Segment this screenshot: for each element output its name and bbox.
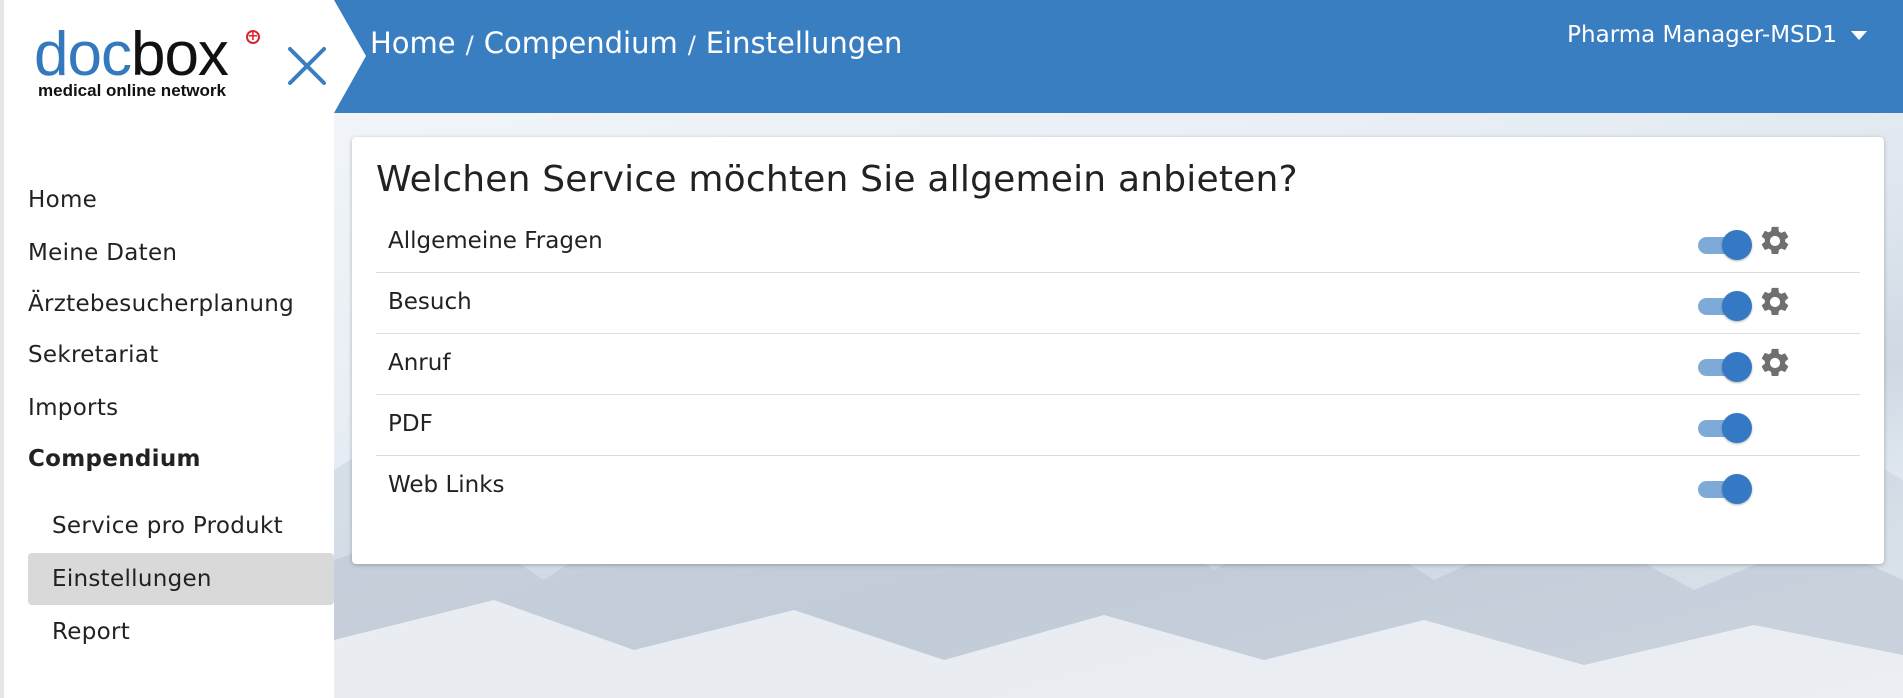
breadcrumb-home[interactable]: Home (370, 26, 456, 60)
service-toggle[interactable] (1698, 352, 1752, 382)
sidebar-subitem-einstellungen[interactable]: Einstellungen (28, 553, 334, 605)
gear-icon[interactable] (1758, 285, 1792, 319)
service-toggle[interactable] (1698, 474, 1752, 504)
service-label: Allgemeine Fragen (388, 228, 603, 254)
top-bar: Home / Compendium / Einstellungen Pharma… (334, 0, 1903, 113)
main-content: Home / Compendium / Einstellungen Pharma… (334, 0, 1903, 698)
sidebar-item-compendium[interactable]: Compendium (28, 446, 201, 472)
service-label: Anruf (388, 350, 451, 376)
sidebar-item-meine-daten[interactable]: Meine Daten (28, 240, 177, 266)
sidebar-item-imports[interactable]: Imports (28, 395, 118, 421)
sidebar-subitem-service-pro-produkt[interactable]: Service pro Produkt (28, 500, 334, 552)
service-row: Allgemeine Fragen (376, 212, 1860, 273)
sidebar-item-aerztebesucherplanung[interactable]: Ärztebesucherplanung (28, 291, 294, 317)
gear-icon[interactable] (1758, 224, 1792, 258)
user-name: Pharma Manager-MSD1 (1567, 22, 1837, 48)
header-notch (334, 0, 366, 113)
service-label: Web Links (388, 472, 505, 498)
breadcrumb-compendium[interactable]: Compendium (484, 26, 678, 60)
breadcrumb-separator: / (465, 31, 474, 59)
service-label: Besuch (388, 289, 472, 315)
breadcrumb-separator: / (687, 31, 696, 59)
docbox-logo[interactable]: docbox + medical online network (34, 20, 260, 100)
breadcrumb-einstellungen: Einstellungen (705, 26, 903, 60)
gear-icon[interactable] (1758, 346, 1792, 380)
logo-cross-icon: + (246, 29, 260, 44)
service-settings-card: Welchen Service möchten Sie allgemein an… (352, 137, 1884, 564)
card-title: Welchen Service möchten Sie allgemein an… (376, 159, 1298, 200)
sidebar-item-sekretariat[interactable]: Sekretariat (28, 342, 159, 368)
sidebar-item-home[interactable]: Home (28, 187, 97, 213)
user-menu[interactable]: Pharma Manager-MSD1 (1567, 22, 1867, 48)
service-row: Web Links (376, 456, 1860, 517)
sidebar: docbox + medical online network Home Mei… (0, 0, 334, 698)
chevron-down-icon (1851, 30, 1867, 40)
service-label: PDF (388, 411, 433, 437)
service-row: Anruf (376, 334, 1860, 395)
logo-wordmark: docbox (34, 20, 229, 89)
service-row: PDF (376, 395, 1860, 456)
service-toggle[interactable] (1698, 291, 1752, 321)
service-toggle[interactable] (1698, 413, 1752, 443)
sidebar-subitem-report[interactable]: Report (28, 606, 334, 658)
breadcrumb: Home / Compendium / Einstellungen (370, 26, 902, 60)
logo-tagline: medical online network (38, 81, 226, 100)
close-icon[interactable] (286, 45, 328, 87)
service-toggle[interactable] (1698, 230, 1752, 260)
service-row: Besuch (376, 273, 1860, 334)
